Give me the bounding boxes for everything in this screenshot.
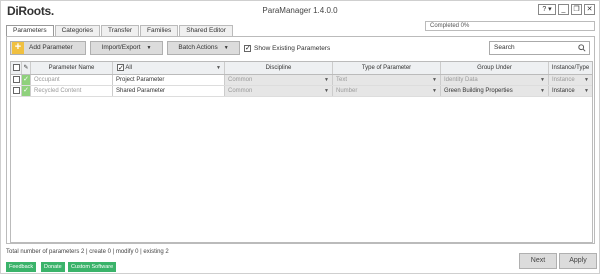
chevron-down-icon: ▼ xyxy=(432,77,437,83)
chevron-down-icon: ▼ xyxy=(223,45,229,51)
type-dropdown[interactable]: Text ▼ xyxy=(333,75,441,85)
row-kind: Shared Parameter xyxy=(113,86,225,96)
instance-value: Instance xyxy=(552,88,575,94)
progress-text: Completed 0% xyxy=(430,23,470,29)
title-bar: DiRoots. ParaManager 1.4.0.0 ? ▾ _ ❐ ✕ xyxy=(1,1,599,22)
discipline-dropdown[interactable]: Common ▼ xyxy=(225,75,333,85)
edit-column-header: ✎ xyxy=(22,62,31,74)
next-button[interactable]: Next xyxy=(519,253,557,269)
discipline-value: Common xyxy=(228,88,253,94)
chevron-down-icon: ▾ xyxy=(548,6,552,13)
row-status: ✓ xyxy=(22,75,31,85)
chevron-down-icon: ▼ xyxy=(216,65,221,71)
window-controls: ? ▾ _ ❐ ✕ xyxy=(538,4,595,15)
show-existing-toggle[interactable]: Show Existing Parameters xyxy=(244,44,331,52)
col-parameter-name[interactable]: Parameter Name xyxy=(31,62,113,74)
restore-icon: ❐ xyxy=(573,6,580,13)
row-select[interactable] xyxy=(11,86,22,96)
discipline-dropdown[interactable]: Common ▼ xyxy=(225,86,333,96)
col-type[interactable]: Type of Parameter xyxy=(333,62,441,74)
table-row[interactable]: ✓ Occupant Project Parameter Common ▼ Tex… xyxy=(11,75,592,86)
pencil-icon: ✎ xyxy=(23,65,29,71)
type-dropdown[interactable]: Number ▼ xyxy=(333,86,441,96)
feedback-button[interactable]: Feedback xyxy=(6,262,37,272)
chevron-down-icon: ▼ xyxy=(540,88,545,94)
help-label: ? xyxy=(542,6,547,13)
window-title: ParaManager 1.4.0.0 xyxy=(262,6,338,15)
all-label: All xyxy=(125,65,133,71)
show-existing-label: Show Existing Parameters xyxy=(254,44,331,52)
table-row[interactable]: ✓ Recycled Content Shared Parameter Comm… xyxy=(11,86,592,97)
search-placeholder: Search xyxy=(494,44,515,51)
type-value: Number xyxy=(336,88,358,94)
group-dropdown[interactable]: Green Building Properties ▼ xyxy=(441,86,549,96)
row-status: ✓ xyxy=(22,86,31,96)
row-select[interactable] xyxy=(11,75,22,85)
close-button[interactable]: ✕ xyxy=(584,4,595,15)
chevron-down-icon: ▼ xyxy=(324,77,329,83)
row-checkbox[interactable] xyxy=(13,76,20,83)
row-name: Recycled Content xyxy=(31,86,113,96)
chevron-down-icon: ▼ xyxy=(432,88,437,94)
select-all-checkbox[interactable] xyxy=(13,64,20,71)
discipline-value: Common xyxy=(228,77,253,83)
status-text: Total number of parameters 2 | create 0 … xyxy=(6,249,169,255)
col-instance-type[interactable]: Instance/Type xyxy=(549,62,592,74)
parameters-grid: ✎ Parameter Name All ▼ Discipline Type o… xyxy=(10,61,593,243)
group-value: Identity Data xyxy=(444,77,478,83)
paramanager-window: DiRoots. ParaManager 1.4.0.0 ? ▾ _ ❐ ✕ C… xyxy=(0,0,600,274)
parameters-panel: + Add Parameter Import/Export ▼ Batch Ac… xyxy=(6,36,595,244)
tab-transfer[interactable]: Transfer xyxy=(101,25,140,36)
chevron-down-icon: ▼ xyxy=(540,77,545,83)
chevron-down-icon: ▼ xyxy=(146,45,152,51)
show-existing-checkbox[interactable] xyxy=(244,44,251,52)
row-kind: Project Parameter xyxy=(113,75,225,85)
batch-actions-button[interactable]: Batch Actions ▼ xyxy=(167,41,240,55)
custom-software-button[interactable]: Custom Software xyxy=(68,262,117,272)
instance-value: Instance xyxy=(552,77,575,83)
apply-button[interactable]: Apply xyxy=(559,253,597,269)
instance-dropdown[interactable]: Instance ▼ xyxy=(549,75,592,85)
add-parameter-button[interactable]: + Add Parameter xyxy=(10,41,86,55)
chevron-down-icon: ▼ xyxy=(584,77,589,83)
col-kind-filter[interactable]: All ▼ xyxy=(113,62,225,74)
donate-button[interactable]: Donate xyxy=(41,262,65,272)
toolbar: + Add Parameter Import/Export ▼ Batch Ac… xyxy=(10,41,330,55)
batch-actions-label: Batch Actions xyxy=(178,44,218,51)
progress-bar: Completed 0% xyxy=(425,21,595,31)
import-export-label: Import/Export xyxy=(101,44,141,51)
import-export-button[interactable]: Import/Export ▼ xyxy=(90,41,163,55)
minimize-icon: _ xyxy=(561,6,566,13)
instance-dropdown[interactable]: Instance ▼ xyxy=(549,86,592,96)
check-icon: ✓ xyxy=(22,75,30,85)
help-button[interactable]: ? ▾ xyxy=(538,4,556,15)
row-name: Occupant xyxy=(31,75,113,85)
search-input[interactable]: Search xyxy=(489,41,590,55)
grid-header: ✎ Parameter Name All ▼ Discipline Type o… xyxy=(11,62,592,75)
col-group-under[interactable]: Group Under xyxy=(441,62,549,74)
add-parameter-label: Add Parameter xyxy=(29,44,73,51)
chevron-down-icon: ▼ xyxy=(324,88,329,94)
group-value: Green Building Properties xyxy=(444,88,513,94)
chevron-down-icon: ▼ xyxy=(584,88,589,94)
tab-families[interactable]: Families xyxy=(140,25,179,36)
tab-shared-editor[interactable]: Shared Editor xyxy=(179,25,233,36)
row-checkbox[interactable] xyxy=(13,87,20,94)
select-all-header[interactable] xyxy=(11,62,22,74)
group-dropdown[interactable]: Identity Data ▼ xyxy=(441,75,549,85)
restore-button[interactable]: ❐ xyxy=(571,4,582,15)
close-icon: ✕ xyxy=(586,6,593,13)
type-value: Text xyxy=(336,77,348,83)
check-icon: ✓ xyxy=(22,86,30,96)
tab-categories[interactable]: Categories xyxy=(54,25,101,36)
minimize-button[interactable]: _ xyxy=(558,4,569,15)
col-discipline[interactable]: Discipline xyxy=(225,62,333,74)
search-icon xyxy=(578,44,586,52)
all-checkbox[interactable] xyxy=(117,63,124,74)
plus-icon: + xyxy=(12,42,24,54)
